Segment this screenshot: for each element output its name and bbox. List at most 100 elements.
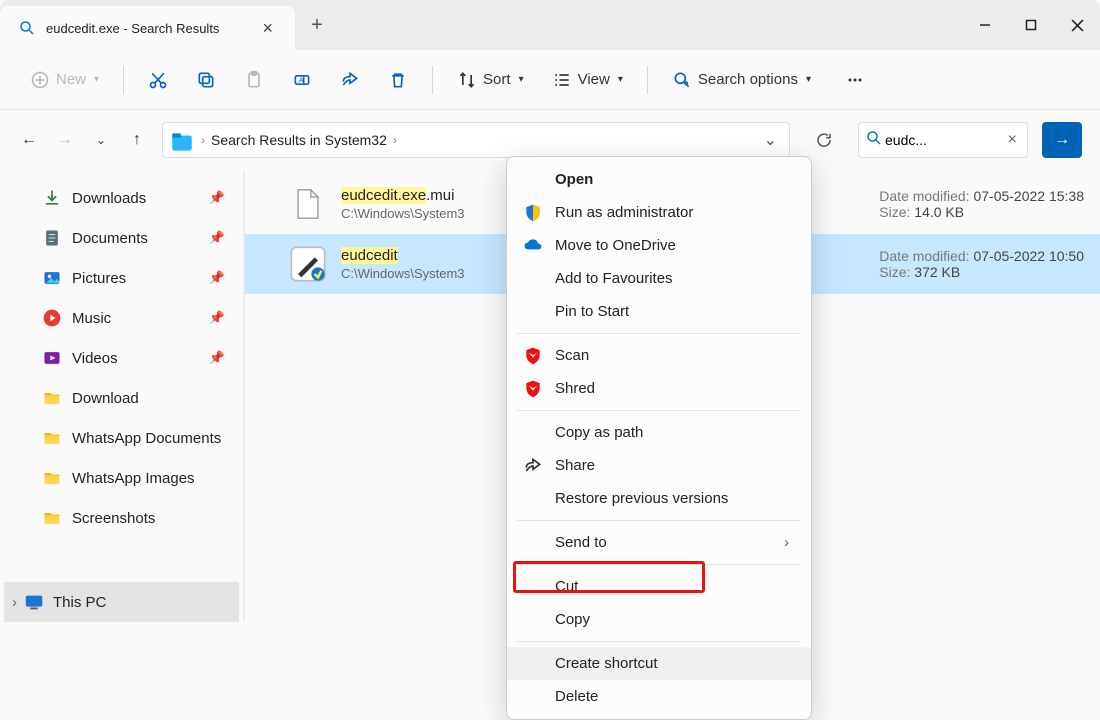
search-go-button[interactable]: → xyxy=(1042,122,1082,158)
sidebar-item-documents[interactable]: Documents 📌 xyxy=(4,218,239,258)
file-meta: Date modified: 07-05-2022 10:50 Size: 37… xyxy=(879,248,1084,280)
maximize-button[interactable] xyxy=(1008,0,1054,50)
folder-icon xyxy=(42,428,62,448)
paste-button[interactable] xyxy=(234,63,274,97)
separator xyxy=(647,66,648,94)
sidebar-item-music[interactable]: Music 📌 xyxy=(4,298,239,338)
ctx-share[interactable]: Share xyxy=(507,449,811,482)
separator xyxy=(517,564,801,565)
pin-icon: 📌 xyxy=(209,230,225,246)
close-tab-icon[interactable]: × xyxy=(258,18,277,39)
ctx-shred[interactable]: Shred xyxy=(507,372,811,405)
new-label: New xyxy=(56,71,86,88)
sidebar-item-pictures[interactable]: Pictures 📌 xyxy=(4,258,239,298)
minimize-button[interactable] xyxy=(962,0,1008,50)
folder-icon xyxy=(42,388,62,408)
address-bar[interactable]: › Search Results in System32 › ⌄ xyxy=(162,122,790,158)
search-options-button[interactable]: Search options ▾ xyxy=(662,63,821,97)
chevron-right-icon: › xyxy=(387,133,403,147)
view-button[interactable]: View ▾ xyxy=(542,63,633,97)
search-input[interactable] xyxy=(885,132,1004,148)
chevron-right-icon: › xyxy=(784,534,789,551)
separator xyxy=(517,410,801,411)
ctx-delete[interactable]: Delete xyxy=(507,680,811,713)
nav-pane: Downloads 📌 Documents 📌 Pictures 📌 Music… xyxy=(0,170,245,622)
mcafee-icon xyxy=(523,346,543,366)
sidebar-item-screenshots[interactable]: Screenshots xyxy=(4,498,239,538)
sidebar-item-whatsapp-documents[interactable]: WhatsApp Documents xyxy=(4,418,239,458)
separator xyxy=(123,66,124,94)
chevron-down-icon: ▾ xyxy=(618,74,623,85)
ctx-copy[interactable]: Copy xyxy=(507,603,811,636)
ctx-copy-path[interactable]: Copy as path xyxy=(507,416,811,449)
search-icon xyxy=(865,129,885,152)
share-button[interactable] xyxy=(330,63,370,97)
back-button[interactable]: ← xyxy=(18,131,40,149)
new-button[interactable]: New ▾ xyxy=(20,63,109,97)
file-meta: Date modified: 07-05-2022 15:38 Size: 14… xyxy=(879,188,1084,220)
new-tab-button[interactable]: + xyxy=(295,0,339,50)
separator xyxy=(517,520,801,521)
sidebar-item-downloads[interactable]: Downloads 📌 xyxy=(4,178,239,218)
file-name: eudcedit.exe.mui xyxy=(341,187,465,204)
share-icon xyxy=(523,456,543,476)
ctx-onedrive[interactable]: Move to OneDrive xyxy=(507,229,811,262)
search-options-label: Search options xyxy=(698,71,798,88)
sidebar-item-label: WhatsApp Documents xyxy=(72,430,239,447)
cut-button[interactable] xyxy=(138,63,178,97)
ctx-send-to[interactable]: Send to› xyxy=(507,526,811,559)
browser-tab[interactable]: eudcedit.exe - Search Results × xyxy=(0,6,295,50)
ctx-create-shortcut[interactable]: Create shortcut xyxy=(507,647,811,680)
this-pc-icon xyxy=(23,591,45,613)
close-window-button[interactable] xyxy=(1054,0,1100,50)
pin-icon: 📌 xyxy=(209,190,225,206)
title-bar: eudcedit.exe - Search Results × + xyxy=(0,0,1100,50)
sidebar-item-label: Videos xyxy=(72,350,209,367)
sidebar-item-label: Documents xyxy=(72,230,209,247)
ctx-restore[interactable]: Restore previous versions xyxy=(507,482,811,515)
clear-search-icon[interactable]: × xyxy=(1004,131,1021,149)
onedrive-icon xyxy=(523,236,543,256)
address-dropdown[interactable]: ⌄ xyxy=(758,130,783,150)
chevron-down-icon: ▾ xyxy=(806,74,811,85)
ctx-cut[interactable]: Cut xyxy=(507,570,811,603)
chevron-right-icon: › xyxy=(12,594,17,611)
context-menu: Open Run as administrator Move to OneDri… xyxy=(506,156,812,720)
folder-icon xyxy=(42,508,62,528)
recent-button[interactable]: ⌄ xyxy=(90,133,112,147)
ctx-scan[interactable]: Scan xyxy=(507,339,811,372)
ctx-open[interactable]: Open xyxy=(507,163,811,196)
sidebar-item-label: This PC xyxy=(53,594,106,611)
more-button[interactable] xyxy=(835,63,875,97)
chevron-down-icon: ▾ xyxy=(94,74,99,85)
sidebar-item-videos[interactable]: Videos 📌 xyxy=(4,338,239,378)
sidebar-item-label: Music xyxy=(72,310,209,327)
breadcrumb-text[interactable]: Search Results in System32 xyxy=(211,132,387,148)
search-box[interactable]: × xyxy=(858,122,1028,158)
up-button[interactable]: ↑ xyxy=(126,131,148,149)
sidebar-item-download[interactable]: Download xyxy=(4,378,239,418)
copy-button[interactable] xyxy=(186,63,226,97)
rename-button[interactable]: A xyxy=(282,63,322,97)
ctx-run-admin[interactable]: Run as administrator xyxy=(507,196,811,229)
pin-icon: 📌 xyxy=(209,310,225,326)
separator xyxy=(517,641,801,642)
pictures-icon xyxy=(42,268,62,288)
sidebar-item-label: Downloads xyxy=(72,190,209,207)
file-name: eudcedit xyxy=(341,247,465,264)
sidebar-item-label: WhatsApp Images xyxy=(72,470,239,487)
delete-button[interactable] xyxy=(378,63,418,97)
ctx-pin-start[interactable]: Pin to Start xyxy=(507,295,811,328)
sidebar-item-whatsapp-images[interactable]: WhatsApp Images xyxy=(4,458,239,498)
tab-title: eudcedit.exe - Search Results xyxy=(46,21,248,36)
sidebar-item-label: Download xyxy=(72,390,239,407)
refresh-button[interactable] xyxy=(804,131,844,149)
file-path: C:\Windows\System3 xyxy=(341,266,465,281)
sidebar-item-this-pc[interactable]: › This PC xyxy=(4,582,239,622)
command-bar: New ▾ A Sort ▾ View ▾ Search options ▾ xyxy=(0,50,1100,110)
sort-button[interactable]: Sort ▾ xyxy=(447,63,534,97)
ctx-favourites[interactable]: Add to Favourites xyxy=(507,262,811,295)
forward-button[interactable]: → xyxy=(54,131,76,149)
sidebar-item-label: Pictures xyxy=(72,270,209,287)
document-icon xyxy=(42,228,62,248)
